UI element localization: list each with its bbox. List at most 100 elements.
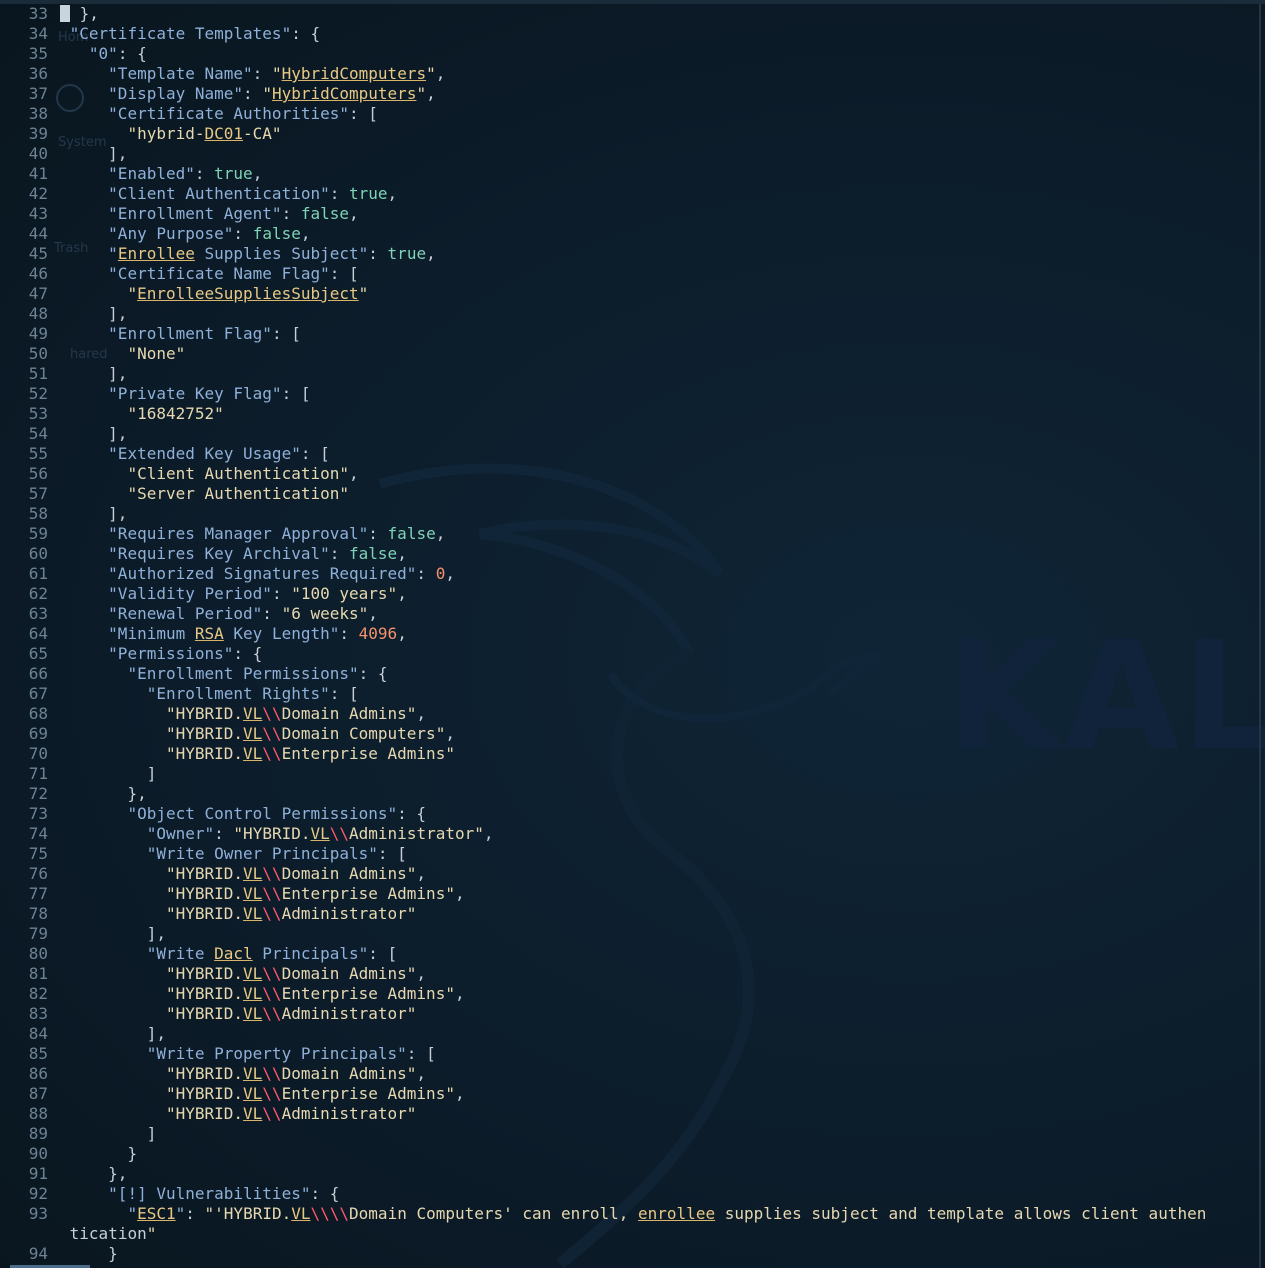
line-text: "HYBRID.VL\\Enterprise Admins", — [165, 984, 465, 1003]
line-text: "Display Name": "HybridComputers", — [108, 84, 436, 103]
line-text: ], — [69, 1024, 166, 1043]
line-number: 86 — [28, 1064, 48, 1083]
line-number: 80 — [28, 944, 48, 963]
line-number: 92 — [28, 1184, 48, 1203]
line-number: 84 — [28, 1024, 48, 1043]
line-text: "Object Control Permissions": { — [127, 804, 427, 823]
line-text: "HYBRID.VL\\Domain Admins", — [165, 704, 427, 723]
line-number: 66 — [28, 664, 48, 683]
line-text: "HYBRID.VL\\Administrator" — [165, 1104, 417, 1123]
line-text: "EnrolleeSuppliesSubject" — [127, 284, 369, 303]
line-text: "Enabled": true, — [108, 164, 263, 183]
line-number: 45 — [28, 244, 48, 263]
line-text: ] — [69, 764, 157, 783]
line-text: "Requires Manager Approval": false, — [108, 524, 446, 543]
line-number: 35 — [28, 44, 48, 63]
line-text: ], — [69, 364, 128, 383]
terminal-window: KALI Hom System Trash hared 33 },34 "Cer… — [0, 0, 1265, 1268]
line-number: 40 — [28, 144, 48, 163]
line-text: "Extended Key Usage": [ — [108, 444, 330, 463]
line-text: "HYBRID.VL\\Enterprise Admins", — [165, 884, 465, 903]
line-number: 34 — [28, 24, 48, 43]
line-number: 59 — [28, 524, 48, 543]
line-text: "HYBRID.VL\\Administrator" — [165, 1004, 417, 1023]
line-text: "Renewal Period": "6 weeks", — [108, 604, 378, 623]
line-text: "Write Dacl Principals": [ — [146, 944, 398, 963]
line-number: 33 — [28, 4, 48, 23]
kali-watermark: KALI — [945, 610, 1265, 784]
line-number: 75 — [28, 844, 48, 863]
line-number: 72 — [28, 784, 48, 803]
line-number: 93 — [28, 1204, 48, 1223]
line-text: "Owner": "HYBRID.VL\\Administrator", — [146, 824, 494, 843]
line-text: "HYBRID.VL\\Enterprise Admins", — [165, 1084, 465, 1103]
line-text: "Client Authentication", — [127, 464, 359, 483]
line-text: }, — [60, 4, 99, 24]
line-text: "None" — [127, 344, 186, 363]
line-text: "Authorized Signatures Required": 0, — [108, 564, 455, 583]
line-number: 83 — [28, 1004, 48, 1023]
line-number: 62 — [28, 584, 48, 603]
line-text: "[!] Vulnerabilities": { — [108, 1184, 340, 1203]
line-number: 69 — [28, 724, 48, 743]
line-number: 82 — [28, 984, 48, 1003]
line-text: "Enrollment Rights": [ — [146, 684, 359, 703]
line-text: "Enrollment Permissions": { — [127, 664, 388, 683]
line-text: "Write Owner Principals": [ — [146, 844, 407, 863]
line-text: "Certificate Authorities": [ — [108, 104, 378, 123]
line-text: "0": { — [88, 44, 147, 63]
line-number: 51 — [28, 364, 48, 383]
line-text: "Write Property Principals": [ — [146, 1044, 436, 1063]
line-number: 90 — [28, 1144, 48, 1163]
line-text: } — [69, 1144, 138, 1163]
line-text: "Any Purpose": false, — [108, 224, 311, 243]
kali-dragon-logo — [378, 463, 883, 1268]
line-number: 42 — [28, 184, 48, 203]
line-number: 77 — [28, 884, 48, 903]
line-text: "Private Key Flag": [ — [108, 384, 311, 403]
line-number: 85 — [28, 1044, 48, 1063]
line-number: 36 — [28, 64, 48, 83]
line-number: 57 — [28, 484, 48, 503]
line-number: 76 — [28, 864, 48, 883]
line-text: "Client Authentication": true, — [108, 184, 398, 203]
line-text: "HYBRID.VL\\Domain Admins", — [165, 1064, 427, 1083]
line-number: 79 — [28, 924, 48, 943]
line-text: "Template Name": "HybridComputers", — [108, 64, 446, 83]
line-number: 37 — [28, 84, 48, 103]
line-number: 56 — [28, 464, 48, 483]
line-number: 38 — [28, 104, 48, 123]
line-number: 46 — [28, 264, 48, 283]
line-text: "Enrollment Flag": [ — [108, 324, 301, 343]
line-number: 65 — [28, 644, 48, 663]
line-text: ], — [69, 144, 128, 163]
line-text: ], — [69, 304, 128, 323]
line-number: 39 — [28, 124, 48, 143]
line-number: 74 — [28, 824, 48, 843]
line-number: 52 — [28, 384, 48, 403]
line-text: "Permissions": { — [108, 644, 263, 663]
line-text: }, — [69, 784, 147, 803]
line-number: 63 — [28, 604, 48, 623]
line-text: "Enrollee Supplies Subject": true, — [108, 244, 436, 263]
line-number: 91 — [28, 1164, 48, 1183]
line-text: "HYBRID.VL\\Administrator" — [165, 904, 417, 923]
line-text: "Validity Period": "100 years", — [108, 584, 407, 603]
line-number: 78 — [28, 904, 48, 923]
line-text: "HYBRID.VL\\Enterprise Admins" — [165, 744, 455, 763]
line-number: 60 — [28, 544, 48, 563]
line-number: 67 — [28, 684, 48, 703]
line-text: ], — [69, 424, 128, 443]
line-number: 64 — [28, 624, 48, 643]
line-text: "ESC1": "'HYBRID.VL\\\\Domain Computers'… — [127, 1204, 1207, 1223]
line-text: } — [69, 1244, 118, 1263]
line-number: 48 — [28, 304, 48, 323]
line-number: 70 — [28, 744, 48, 763]
line-number: 49 — [28, 324, 48, 343]
line-text: "HYBRID.VL\\Domain Admins", — [165, 964, 427, 983]
line-number: 87 — [28, 1084, 48, 1103]
line-number: 47 — [28, 284, 48, 303]
line-text: "Certificate Templates": { — [69, 24, 321, 43]
line-number: 89 — [28, 1124, 48, 1143]
line-text: "hybrid-DC01-CA" — [127, 124, 282, 143]
